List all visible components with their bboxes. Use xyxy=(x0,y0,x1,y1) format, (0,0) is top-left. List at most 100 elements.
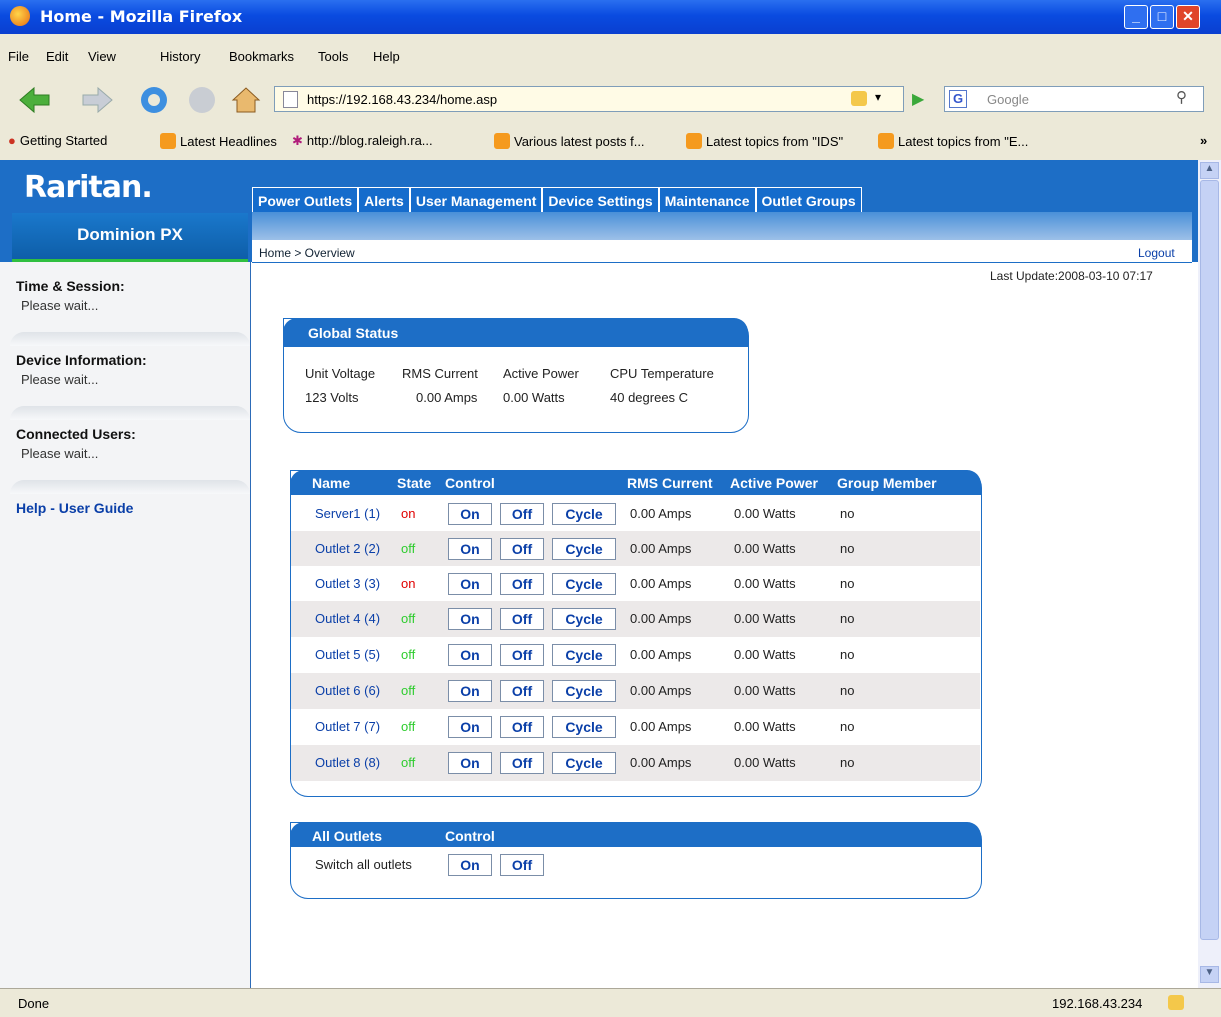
bookmark-blog[interactable]: ✱ http://blog.raleigh.ra... xyxy=(292,133,433,149)
outlet-rms-current: 0.00 Amps xyxy=(630,506,692,521)
outlet-on-button[interactable]: On xyxy=(448,752,492,774)
outlet-on-button[interactable]: On xyxy=(448,644,492,666)
outlet-name-link[interactable]: Outlet 4 (4) xyxy=(315,611,380,626)
sidebar-divider xyxy=(10,480,250,494)
close-icon[interactable]: ✕ xyxy=(1176,5,1200,29)
header-decoration xyxy=(252,212,1192,240)
outlet-name-link[interactable]: Outlet 6 (6) xyxy=(315,683,380,698)
status-bar: Done 192.168.43.234 xyxy=(0,988,1221,1017)
outlet-on-button[interactable]: On xyxy=(448,503,492,525)
menu-help[interactable]: Help xyxy=(373,49,400,64)
outlet-cycle-button[interactable]: Cycle xyxy=(552,680,616,702)
sidebar-section-value: Please wait... xyxy=(21,298,99,313)
home-icon[interactable] xyxy=(230,84,262,116)
outlet-name-link[interactable]: Outlet 2 (2) xyxy=(315,541,380,556)
outlet-on-button[interactable]: On xyxy=(448,680,492,702)
unit-voltage-label: Unit Voltage xyxy=(305,366,376,381)
search-icon[interactable]: ⚲ xyxy=(1176,88,1198,108)
breadcrumb-bar xyxy=(252,240,1192,263)
outlet-rms-current: 0.00 Amps xyxy=(630,576,692,591)
outlet-state: off xyxy=(401,719,416,734)
outlet-rms-current: 0.00 Amps xyxy=(630,611,692,626)
tab-power-outlets[interactable]: Power Outlets xyxy=(252,187,359,212)
switch-all-label: Switch all outlets xyxy=(315,857,412,872)
outlet-name-link[interactable]: Outlet 7 (7) xyxy=(315,719,380,734)
outlet-off-button[interactable]: Off xyxy=(500,608,544,630)
outlet-off-button[interactable]: Off xyxy=(500,716,544,738)
dropdown-icon[interactable]: ▾ xyxy=(875,90,881,104)
outlet-active-power: 0.00 Watts xyxy=(734,611,796,626)
outlet-rms-current: 0.00 Amps xyxy=(630,541,692,556)
bookmarks-overflow-icon[interactable]: » xyxy=(1200,133,1207,148)
outlet-off-button[interactable]: Off xyxy=(500,644,544,666)
outlet-on-button[interactable]: On xyxy=(448,573,492,595)
bookmark-topics-e[interactable]: Latest topics from "E... xyxy=(878,133,1028,149)
bookmark-getting-started[interactable]: ● Getting Started xyxy=(8,133,107,148)
outlet-cycle-button[interactable]: Cycle xyxy=(552,503,616,525)
forward-icon[interactable] xyxy=(80,86,116,114)
rss-icon xyxy=(686,133,702,149)
menu-view[interactable]: View xyxy=(88,49,116,64)
outlet-name-link[interactable]: Outlet 8 (8) xyxy=(315,755,380,770)
back-icon[interactable] xyxy=(16,86,52,114)
outlet-cycle-button[interactable]: Cycle xyxy=(552,716,616,738)
tab-maintenance[interactable]: Maintenance xyxy=(658,187,756,212)
all-outlets-off-button[interactable]: Off xyxy=(500,854,544,876)
status-host: 192.168.43.234 xyxy=(1052,996,1143,1011)
outlet-off-button[interactable]: Off xyxy=(500,680,544,702)
stop-icon[interactable] xyxy=(186,84,218,116)
outlet-state: on xyxy=(401,506,416,521)
outlet-off-button[interactable]: Off xyxy=(500,538,544,560)
menu-tools[interactable]: Tools xyxy=(318,49,348,64)
google-icon[interactable]: G xyxy=(949,90,967,108)
outlet-cycle-button[interactable]: Cycle xyxy=(552,573,616,595)
reload-icon[interactable] xyxy=(138,84,170,116)
outlet-name-link[interactable]: Outlet 3 (3) xyxy=(315,576,380,591)
page-icon xyxy=(283,91,298,108)
scroll-down-icon[interactable]: ▼ xyxy=(1200,966,1219,983)
outlet-cycle-button[interactable]: Cycle xyxy=(552,752,616,774)
tab-device-settings[interactable]: Device Settings xyxy=(542,187,659,212)
bookmark-various-posts[interactable]: Various latest posts f... xyxy=(494,133,645,149)
menu-history[interactable]: History xyxy=(160,49,200,64)
outlet-off-button[interactable]: Off xyxy=(500,752,544,774)
bookmark-topics-ids[interactable]: Latest topics from "IDS" xyxy=(686,133,843,149)
outlet-name-link[interactable]: Server1 (1) xyxy=(315,506,380,521)
search-input[interactable]: G Google xyxy=(944,86,1204,112)
rms-current-label: RMS Current xyxy=(402,366,478,381)
outlet-off-button[interactable]: Off xyxy=(500,573,544,595)
secure-lock-icon[interactable] xyxy=(1168,995,1184,1010)
tab-user-management[interactable]: User Management xyxy=(409,187,543,212)
outlet-group-member: no xyxy=(840,647,855,662)
all-outlets-on-button[interactable]: On xyxy=(448,854,492,876)
col-control: Control xyxy=(445,475,495,491)
maximize-icon[interactable]: □ xyxy=(1150,5,1174,29)
bookmark-latest-headlines[interactable]: Latest Headlines xyxy=(160,133,277,149)
minimize-icon[interactable]: _ xyxy=(1124,5,1148,29)
outlet-on-button[interactable]: On xyxy=(448,608,492,630)
tab-alerts[interactable]: Alerts xyxy=(358,187,410,212)
scroll-up-icon[interactable]: ▲ xyxy=(1200,162,1219,179)
outlet-on-button[interactable]: On xyxy=(448,716,492,738)
tab-outlet-groups[interactable]: Outlet Groups xyxy=(755,187,862,212)
help-user-guide-link[interactable]: Help - User Guide xyxy=(16,500,133,516)
outlet-off-button[interactable]: Off xyxy=(500,503,544,525)
outlet-cycle-button[interactable]: Cycle xyxy=(552,644,616,666)
outlet-state: off xyxy=(401,611,416,626)
lock-icon[interactable] xyxy=(851,91,867,106)
raritan-logo: Raritan. xyxy=(24,170,153,205)
go-icon[interactable]: ▶ xyxy=(912,89,924,109)
outlet-on-button[interactable]: On xyxy=(448,538,492,560)
window-titlebar[interactable]: Home - Mozilla Firefox _ □ ✕ xyxy=(0,0,1221,34)
address-bar[interactable]: https://192.168.43.234/home.asp ▾ xyxy=(274,86,904,112)
menu-bookmarks[interactable]: Bookmarks xyxy=(229,49,294,64)
outlet-cycle-button[interactable]: Cycle xyxy=(552,538,616,560)
menu-file[interactable]: File xyxy=(8,49,29,64)
logout-link[interactable]: Logout xyxy=(1138,246,1175,260)
menu-edit[interactable]: Edit xyxy=(46,49,68,64)
scrollbar-thumb[interactable] xyxy=(1200,180,1219,940)
outlet-rms-current: 0.00 Amps xyxy=(630,647,692,662)
sidebar-divider xyxy=(10,406,250,420)
outlet-name-link[interactable]: Outlet 5 (5) xyxy=(315,647,380,662)
outlet-cycle-button[interactable]: Cycle xyxy=(552,608,616,630)
